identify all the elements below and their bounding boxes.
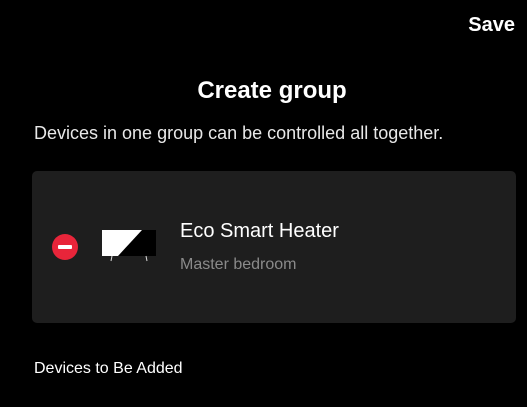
remove-device-button[interactable]	[52, 234, 78, 260]
device-room: Master bedroom	[180, 256, 297, 273]
save-button[interactable]: Save	[468, 14, 515, 37]
heater-icon	[102, 230, 156, 262]
device-name: Eco Smart Heater	[180, 220, 339, 242]
page-title: Create group	[197, 77, 347, 104]
page-subtitle: Devices in one group can be controlled a…	[34, 123, 444, 143]
devices-to-add-label: Devices to Be Added	[34, 360, 183, 377]
device-card[interactable]: Eco Smart Heater Master bedroom	[32, 171, 516, 323]
